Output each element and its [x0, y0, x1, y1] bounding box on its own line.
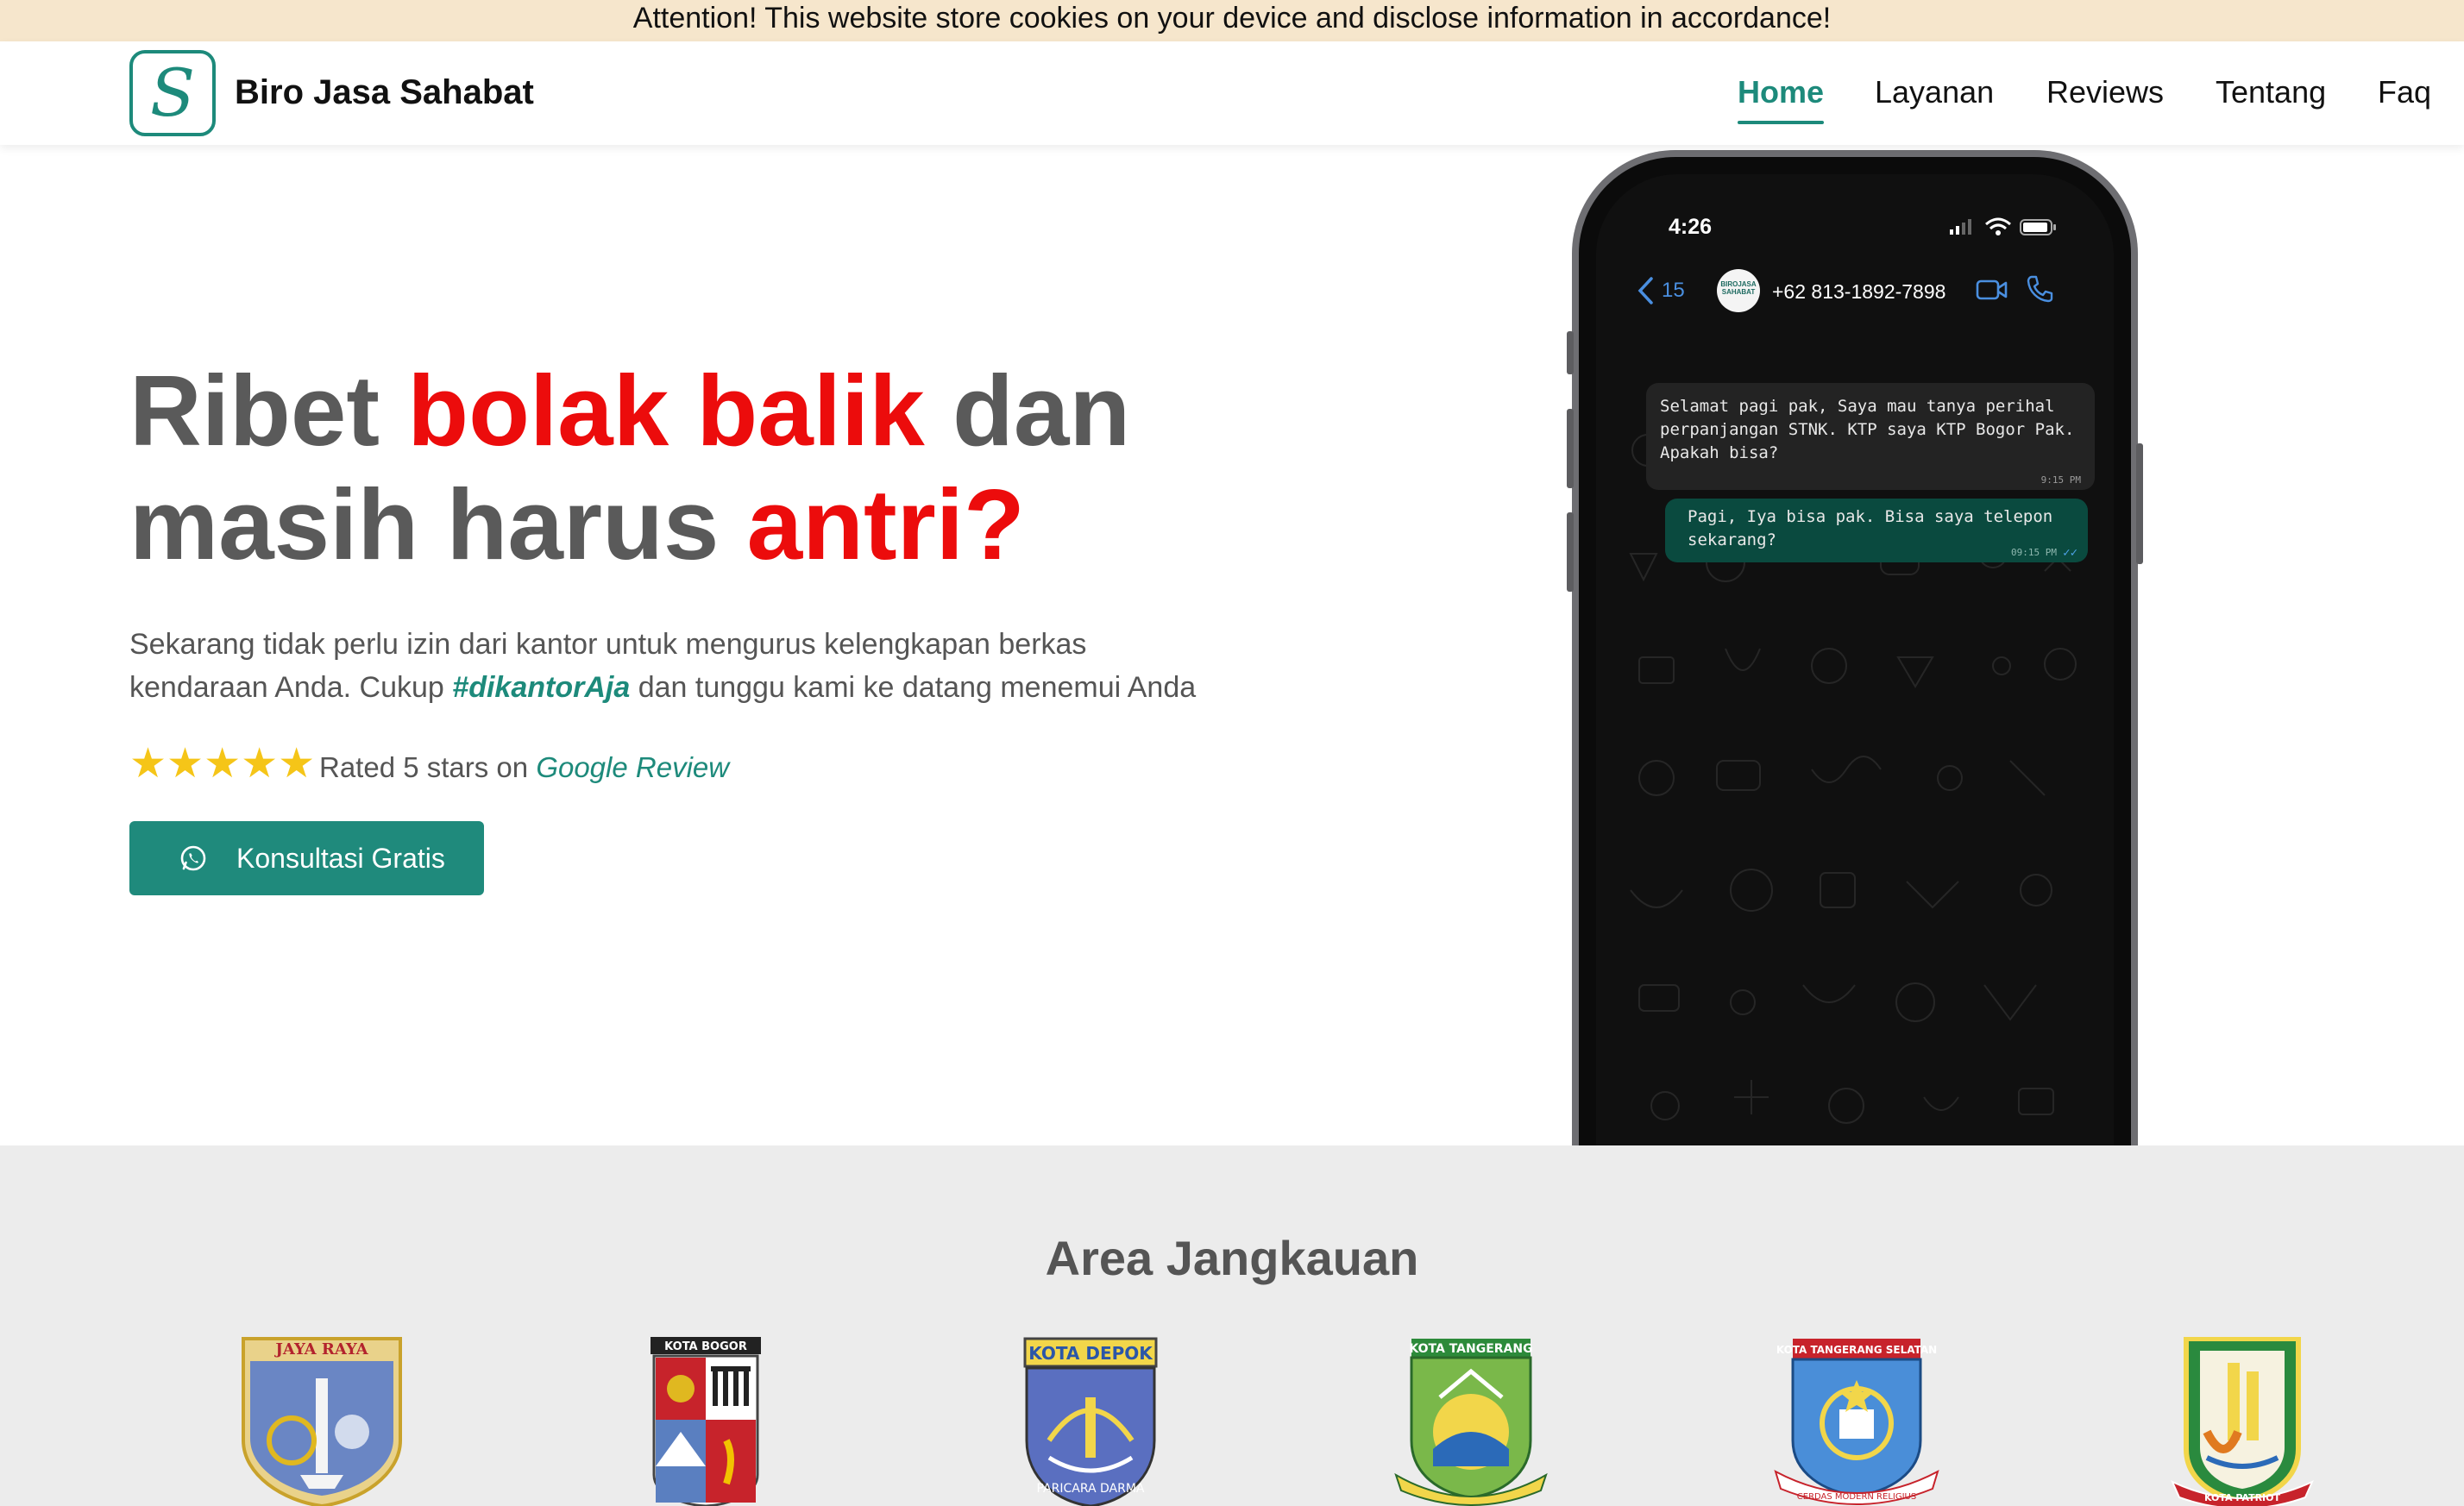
tangsel-emblem-icon: KOTA TANGERANG SELATAN CERDAS MODERN REL… — [1774, 1339, 1939, 1505]
cookie-banner-text: Attention! This website store cookies on… — [632, 2, 1832, 35]
emblem-subtext: CERDAS MODERN RELIGIUS — [1797, 1492, 1916, 1502]
nav-reviews[interactable]: Reviews — [2046, 72, 2164, 112]
depok-emblem-icon: KOTA DEPOK PARICARA DARMA — [1023, 1337, 1158, 1506]
jakarta-emblem-icon: JAYA RAYA — [242, 1337, 402, 1506]
emblem-depok: KOTA DEPOK PARICARA DARMA — [1023, 1337, 1158, 1506]
cta-label: Konsultasi Gratis — [236, 843, 445, 874]
logo-s-icon: S — [149, 54, 196, 131]
emblem-bogor: KOTA BOGOR — [651, 1337, 761, 1506]
emblem-jakarta: JAYA RAYA — [240, 1337, 404, 1506]
chat-message-incoming: Selamat pagi pak, Saya mau tanya perihal… — [1646, 383, 2095, 490]
emblem-label: KOTA TANGERANG SELATAN — [1776, 1344, 1937, 1356]
back-chevron-icon[interactable] — [1636, 276, 1655, 305]
phone-side-button — [2136, 443, 2143, 564]
nav-layanan[interactable]: Layanan — [1875, 72, 1994, 112]
five-star-icon: ★★★★★ — [129, 741, 316, 787]
whatsapp-icon — [180, 845, 206, 871]
hero-desc-line1: Sekarang tidak perlu izin dari kantor un… — [129, 628, 1087, 661]
emblem-tangerang-selatan: KOTA TANGERANG SELATAN CERDAS MODERN REL… — [1772, 1337, 1941, 1506]
nav-tentang-label: Tentang — [2216, 74, 2327, 110]
chat-header: 15 BIROJASA SAHABAT +62 813-1892-7898 — [1596, 257, 2114, 326]
emblem-label: KOTA DEPOK — [1028, 1343, 1153, 1364]
chat-message-outgoing: Pagi, Iya bisa pak. Bisa saya telepon se… — [1665, 499, 2088, 562]
hero-desc-line2b: dan tunggu kami ke datang menemui Anda — [630, 671, 1197, 704]
area-title: Area Jangkauan — [1045, 1231, 1419, 1285]
emblem-subtext: PARICARA DARMA — [1036, 1482, 1144, 1496]
phone-side-button — [1567, 409, 1574, 488]
phone-side-button — [1567, 331, 1574, 374]
video-call-icon[interactable] — [1976, 278, 2008, 302]
emblem-label: JAYA RAYA — [273, 1340, 368, 1359]
nav-home[interactable]: Home — [1738, 72, 1825, 124]
hero-title-part: dan — [924, 355, 1131, 467]
status-time: 4:26 — [1669, 215, 1713, 239]
konsultasi-gratis-button[interactable]: Konsultasi Gratis — [129, 821, 484, 895]
message-time: 9:15 PM — [2040, 474, 2081, 486]
rating-prefix: Rated 5 stars on — [319, 751, 537, 783]
hero-hashtag: #dikantorAja — [452, 671, 631, 704]
brand-name[interactable]: Biro Jasa Sahabat — [235, 71, 534, 114]
message-text: Pagi, Iya bisa pak. Bisa saya telepon se… — [1688, 507, 2053, 549]
emblem-label: KOTA BOGOR — [664, 1340, 747, 1353]
emblem-label: KOTA TANGERANG — [1409, 1342, 1532, 1356]
nav-tentang[interactable]: Tentang — [2216, 72, 2326, 112]
phone-call-icon[interactable] — [2026, 274, 2053, 304]
message-time: 09:15 PM — [2011, 547, 2057, 558]
contact-number[interactable]: +62 813-1892-7898 — [1772, 279, 1945, 304]
unread-count[interactable]: 15 — [1662, 278, 1685, 304]
nav-home-label: Home — [1738, 74, 1825, 110]
nav-faq-label: Faq — [2378, 74, 2432, 110]
nav-reviews-label: Reviews — [2046, 74, 2165, 110]
bogor-emblem-icon: KOTA BOGOR — [651, 1337, 761, 1506]
hero-title-highlight: bolak balik — [407, 355, 925, 467]
emblem-tangerang: KOTA TANGERANG — [1392, 1337, 1549, 1506]
phone-screen: 4:26 15 BIROJASA SAHABAT +62 813-1892-78… — [1596, 174, 2114, 1151]
hero-desc-line2a: kendaraan Anda. Cukup — [129, 671, 453, 704]
hero-title: Ribet bolak balik dan masih harus antri? — [129, 354, 1251, 581]
cookie-banner: Attention! This website store cookies on… — [0, 0, 2464, 41]
brand-logo[interactable]: S — [129, 50, 216, 136]
phone-bezel: 4:26 15 BIROJASA SAHABAT +62 813-1892-78… — [1579, 157, 2131, 1151]
read-receipt-icon: ✓✓ — [2063, 546, 2077, 560]
chat-wallpaper-pattern — [1629, 424, 2077, 1124]
contact-avatar[interactable]: BIROJASA SAHABAT — [1717, 269, 1760, 312]
tangerang-emblem-icon: KOTA TANGERANG — [1394, 1339, 1548, 1506]
phone-mockup: 4:26 15 BIROJASA SAHABAT +62 813-1892-78… — [1567, 150, 2143, 1151]
bekasi-emblem-icon: KOTA PATRIOT — [2170, 1337, 2315, 1506]
nav-faq[interactable]: Faq — [2378, 72, 2431, 112]
message-text: Selamat pagi pak, Saya mau tanya perihal… — [1660, 397, 2075, 462]
hero-description: Sekarang tidak perlu izin dari kantor un… — [129, 623, 1337, 709]
navbar: S Biro Jasa Sahabat Home Layanan Reviews… — [0, 41, 2464, 145]
status-bar-icons — [1950, 217, 2056, 235]
nav-layanan-label: Layanan — [1875, 74, 1995, 110]
hero-title-part: Ribet — [129, 355, 408, 467]
google-review-link[interactable]: Google Review — [536, 751, 729, 783]
rating-text: Rated 5 stars on Google Review — [319, 749, 729, 787]
area-jangkauan-section: Area Jangkauan JAYA RAYA KOTA BOGOR KOTA… — [0, 1145, 2464, 1506]
hero-title-part: masih harus — [129, 468, 747, 580]
nav-active-underline — [1738, 121, 1825, 124]
emblem-subtext: KOTA PATRIOT — [2204, 1492, 2281, 1503]
emblem-bekasi: KOTA PATRIOT — [2169, 1337, 2316, 1506]
phone-side-button — [1567, 512, 1574, 592]
hero-title-highlight: antri? — [746, 468, 1025, 580]
